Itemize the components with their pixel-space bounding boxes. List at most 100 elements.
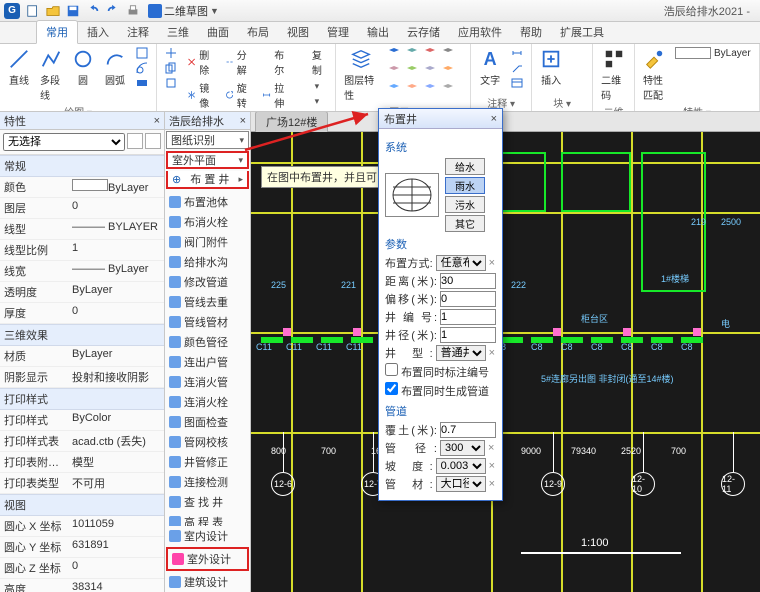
delete-button[interactable]: 删除 [185, 46, 217, 78]
rotate-button[interactable]: 旋转 [223, 79, 255, 111]
tree-dd-1[interactable]: 图纸识别▾ [166, 131, 249, 149]
cb-label-auto-number[interactable]: 布置同时标注编号 [385, 363, 489, 380]
tree-item[interactable]: 修改管道 [165, 272, 250, 292]
menu-tab-5[interactable]: 布局 [238, 21, 278, 43]
props-row[interactable]: 线型——— BYLAYER [0, 219, 164, 240]
ins-2[interactable] [570, 61, 586, 75]
props-section[interactable]: 视图 [0, 494, 164, 516]
tree-item[interactable]: 图面检查 [165, 412, 250, 432]
tree-item[interactable]: 查 找 井 [165, 492, 250, 512]
props-row[interactable]: 打印样式ByColor [0, 410, 164, 431]
clear-icon[interactable]: × [489, 478, 496, 490]
props-section[interactable]: 打印样式 [0, 388, 164, 410]
tree-category[interactable]: 室内设计 [165, 526, 250, 546]
props-row[interactable]: 线型比例1 [0, 240, 164, 261]
layer-ic6[interactable] [405, 64, 419, 78]
tree-category[interactable]: 室外设计 [166, 547, 249, 571]
cb-auto-number[interactable] [385, 363, 398, 376]
insert-button[interactable]: 插入 [538, 46, 564, 89]
dlg-input[interactable] [440, 273, 496, 289]
dlg-input[interactable] [440, 309, 496, 325]
dlg-input[interactable]: 300 [440, 440, 485, 456]
misc-m1[interactable]: ▾ [298, 79, 330, 93]
copy2-button[interactable]: 复制 [298, 46, 330, 78]
close-icon[interactable]: × [240, 115, 246, 127]
menu-tab-6[interactable]: 视图 [278, 21, 318, 43]
ins-1[interactable] [570, 46, 586, 60]
quick-select-icon[interactable] [145, 133, 161, 149]
tree-dd-3[interactable]: ⊕布 置 井▸ [166, 171, 249, 189]
props-row[interactable]: 材质ByLayer [0, 346, 164, 367]
props-row[interactable]: 透明度ByLayer [0, 282, 164, 303]
props-row[interactable]: 圆心 Y 坐标631891 [0, 537, 164, 558]
tree-item[interactable]: 连接检测 [165, 472, 250, 492]
ins-3[interactable] [570, 76, 586, 90]
props-row[interactable]: 阴影显示投射和接收阴影 [0, 367, 164, 388]
menu-tab-7[interactable]: 管理 [318, 21, 358, 43]
misc-m2[interactable]: ▾ [298, 94, 330, 108]
dlg-input[interactable] [440, 422, 496, 438]
qr-button[interactable]: 二维码 [599, 46, 628, 104]
tree-item[interactable]: 阀门附件 [165, 232, 250, 252]
qat-doc-icon[interactable] [148, 4, 162, 18]
layer-ic5[interactable] [387, 64, 401, 78]
props-row[interactable]: 线宽——— ByLayer [0, 261, 164, 282]
bool-button[interactable]: 布尔 [260, 46, 292, 78]
qat-save-icon[interactable] [66, 4, 80, 18]
stretch-button[interactable]: 拉伸 [260, 79, 292, 111]
leader-button[interactable] [509, 61, 525, 75]
sys-button-3[interactable]: 其它 [445, 215, 485, 232]
layer-ic9[interactable] [387, 82, 401, 96]
qat-open-icon[interactable] [46, 4, 60, 18]
menu-tab-10[interactable]: 应用软件 [449, 21, 511, 43]
split-button[interactable]: 分解 [223, 46, 255, 78]
dlg-input[interactable] [440, 291, 496, 307]
misc-draw-1[interactable] [134, 46, 150, 60]
propmatch-button[interactable]: 特性匹配 [641, 46, 667, 104]
menu-tab-12[interactable]: 扩展工具 [551, 21, 613, 43]
props-section[interactable]: 常规 [0, 155, 164, 177]
menu-tab-11[interactable]: 帮助 [511, 21, 551, 43]
misc-draw-2[interactable] [134, 61, 150, 75]
props-row[interactable]: 厚度0 [0, 303, 164, 324]
cb-label-auto-pipe[interactable]: 布置同时生成管道 [385, 382, 489, 399]
tree-item[interactable]: 连出户管 [165, 352, 250, 372]
layer-ic10[interactable] [405, 82, 419, 96]
qat-redo-icon[interactable] [106, 4, 120, 18]
clear-icon[interactable]: × [488, 442, 496, 454]
tree-item[interactable]: 颜色管径 [165, 332, 250, 352]
close-icon[interactable]: × [154, 115, 160, 127]
move-button[interactable] [163, 46, 179, 60]
menu-tab-1[interactable]: 插入 [78, 21, 118, 43]
tree-item[interactable]: 管网校核 [165, 432, 250, 452]
menu-tab-8[interactable]: 输出 [358, 21, 398, 43]
polyline-button[interactable]: 多段线 [38, 46, 64, 104]
props-row[interactable]: 颜色ByLayer [0, 177, 164, 198]
clear-icon[interactable]: × [489, 347, 496, 359]
tree-item[interactable]: 给排水沟 [165, 252, 250, 272]
props-row[interactable]: 打印表类型不可用 [0, 473, 164, 494]
cb-auto-pipe[interactable] [385, 382, 398, 395]
tree-item[interactable]: 连消火栓 [165, 392, 250, 412]
menu-tab-2[interactable]: 注释 [118, 21, 158, 43]
layer-ic4[interactable] [441, 46, 455, 60]
clear-icon[interactable]: × [489, 460, 496, 472]
props-row[interactable]: 高度38314 [0, 579, 164, 592]
props-row[interactable]: 图层0 [0, 198, 164, 219]
bylayer-combo[interactable]: ByLayer [673, 46, 753, 60]
dlg-input[interactable]: 任意布置 [436, 255, 486, 271]
misc-draw-3[interactable] [134, 76, 150, 90]
tree-item[interactable]: 布置池体 [165, 192, 250, 212]
sys-button-2[interactable]: 污水 [445, 196, 485, 213]
tree-item[interactable]: 布消火栓 [165, 212, 250, 232]
qat-print-icon[interactable] [126, 4, 140, 18]
menu-tab-0[interactable]: 常用 [36, 20, 78, 44]
layer-props-button[interactable]: 图层特性 [342, 46, 380, 104]
qat-new-icon[interactable] [26, 4, 40, 18]
layer-ic3[interactable] [423, 46, 437, 60]
table-button[interactable] [509, 76, 525, 90]
menu-tab-3[interactable]: 三维 [158, 21, 198, 43]
pick-icon[interactable] [127, 133, 143, 149]
layer-ic12[interactable] [441, 82, 455, 96]
tree-item[interactable]: 管线管材 [165, 312, 250, 332]
